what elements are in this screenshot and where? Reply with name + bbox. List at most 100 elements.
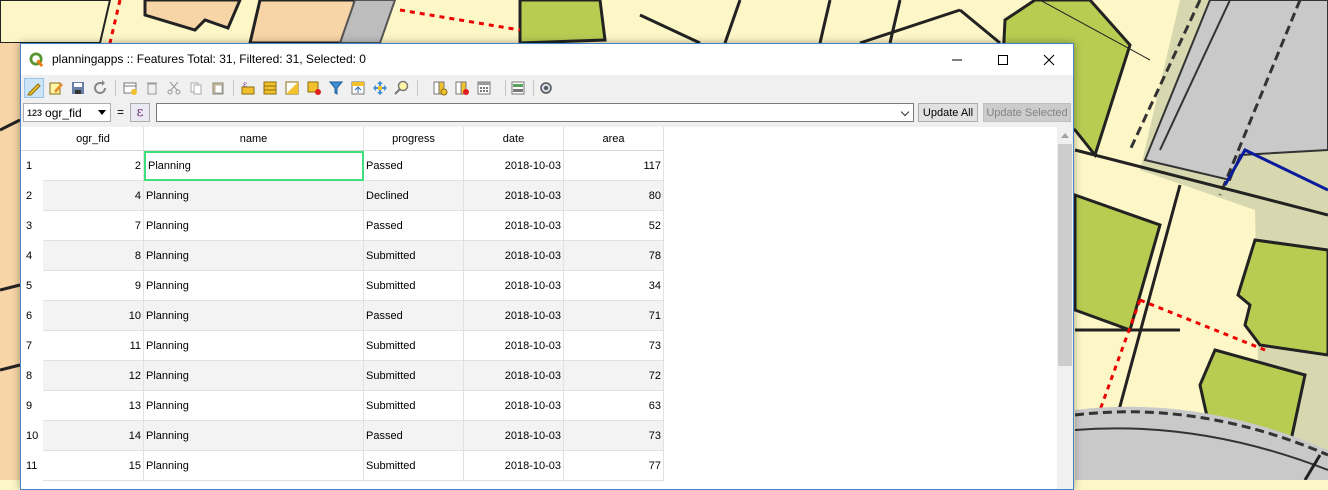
column-header-ogr-fid[interactable]: ogr_fid xyxy=(43,127,144,151)
open-field-calculator-button[interactable] xyxy=(474,78,494,98)
cell-name[interactable]: Planning xyxy=(144,151,364,181)
cell-ogr-fid[interactable]: 12 xyxy=(43,361,144,391)
cell-ogr-fid[interactable]: 14 xyxy=(43,421,144,451)
cell-ogr-fid[interactable]: 9 xyxy=(43,271,144,301)
filter-button[interactable] xyxy=(326,78,346,98)
cell-progress[interactable]: Submitted xyxy=(364,331,464,361)
select-all-button[interactable] xyxy=(260,78,280,98)
delete-feature-button[interactable] xyxy=(142,78,162,98)
attribute-table[interactable]: ogr_fid name progress date area 1 2 Planni… xyxy=(21,127,1057,489)
row-number[interactable]: 3 xyxy=(21,211,43,241)
field-select[interactable]: 123 ogr_fid xyxy=(23,103,111,122)
cell-date[interactable]: 2018-10-03 xyxy=(464,181,564,211)
cell-ogr-fid[interactable]: 10 xyxy=(43,301,144,331)
column-header-name[interactable]: name xyxy=(144,127,364,151)
cell-name[interactable]: Planning xyxy=(144,271,364,301)
cell-ogr-fid[interactable]: 2 xyxy=(43,151,144,181)
select-by-expression-button[interactable]: ε xyxy=(238,78,258,98)
expression-builder-button[interactable]: ε xyxy=(130,103,150,122)
cell-progress[interactable]: Passed xyxy=(364,211,464,241)
cell-date[interactable]: 2018-10-03 xyxy=(464,421,564,451)
column-header-progress[interactable]: progress xyxy=(364,127,464,151)
table-row[interactable]: 10 14 Planning Passed 2018-10-03 73 xyxy=(21,421,664,451)
maximize-button[interactable] xyxy=(980,44,1026,75)
add-feature-button[interactable] xyxy=(120,78,140,98)
cell-area[interactable]: 77 xyxy=(564,451,664,481)
column-header-date[interactable]: date xyxy=(464,127,564,151)
cell-date[interactable]: 2018-10-03 xyxy=(464,331,564,361)
cell-ogr-fid[interactable]: 13 xyxy=(43,391,144,421)
paste-button[interactable] xyxy=(208,78,228,98)
table-row[interactable]: 9 13 Planning Submitted 2018-10-03 63 xyxy=(21,391,664,421)
reload-button[interactable] xyxy=(90,78,110,98)
cell-progress[interactable]: Submitted xyxy=(364,271,464,301)
cell-name[interactable]: Planning xyxy=(144,241,364,271)
table-row[interactable]: 1 2 Planning Passed 2018-10-03 117 xyxy=(21,151,664,181)
table-row[interactable]: 4 8 Planning Submitted 2018-10-03 78 xyxy=(21,241,664,271)
cell-progress[interactable]: Declined xyxy=(364,181,464,211)
cell-progress[interactable]: Submitted xyxy=(364,391,464,421)
deselect-all-button[interactable] xyxy=(304,78,324,98)
table-row[interactable]: 3 7 Planning Passed 2018-10-03 52 xyxy=(21,211,664,241)
cell-area[interactable]: 117 xyxy=(564,151,664,181)
row-number[interactable]: 10 xyxy=(21,421,43,451)
actions-button[interactable] xyxy=(536,78,556,98)
table-row[interactable]: 2 4 Planning Declined 2018-10-03 80 xyxy=(21,181,664,211)
multi-edit-button[interactable] xyxy=(46,78,66,98)
scrollbar-thumb[interactable] xyxy=(1058,144,1072,366)
cell-name[interactable]: Planning xyxy=(144,451,364,481)
column-header-area[interactable]: area xyxy=(564,127,664,151)
delete-field-button[interactable] xyxy=(452,78,472,98)
invert-selection-button[interactable] xyxy=(282,78,302,98)
expression-input[interactable] xyxy=(156,103,914,122)
cell-area[interactable]: 72 xyxy=(564,361,664,391)
cell-name[interactable]: Planning xyxy=(144,331,364,361)
cell-area[interactable]: 78 xyxy=(564,241,664,271)
cell-area[interactable]: 80 xyxy=(564,181,664,211)
vertical-scrollbar[interactable] xyxy=(1057,127,1073,489)
cell-date[interactable]: 2018-10-03 xyxy=(464,451,564,481)
cell-area[interactable]: 73 xyxy=(564,331,664,361)
cell-progress[interactable]: Passed xyxy=(364,301,464,331)
row-number[interactable]: 5 xyxy=(21,271,43,301)
cell-ogr-fid[interactable]: 15 xyxy=(43,451,144,481)
move-selection-to-top-button[interactable] xyxy=(348,78,368,98)
cell-date[interactable]: 2018-10-03 xyxy=(464,361,564,391)
cell-name[interactable]: Planning xyxy=(144,421,364,451)
table-row[interactable]: 8 12 Planning Submitted 2018-10-03 72 xyxy=(21,361,664,391)
cell-date[interactable]: 2018-10-03 xyxy=(464,241,564,271)
corner-header[interactable] xyxy=(21,127,43,151)
scroll-up-button[interactable] xyxy=(1057,127,1073,143)
cell-progress[interactable]: Passed xyxy=(364,421,464,451)
cell-date[interactable]: 2018-10-03 xyxy=(464,151,564,181)
cell-ogr-fid[interactable]: 8 xyxy=(43,241,144,271)
cell-name[interactable]: Planning xyxy=(144,181,364,211)
cell-progress[interactable]: Submitted xyxy=(364,451,464,481)
row-number[interactable]: 8 xyxy=(21,361,43,391)
cell-date[interactable]: 2018-10-03 xyxy=(464,391,564,421)
copy-button[interactable] xyxy=(186,78,206,98)
row-number[interactable]: 4 xyxy=(21,241,43,271)
minimize-button[interactable] xyxy=(934,44,980,75)
conditional-formatting-button[interactable] xyxy=(508,78,528,98)
cut-button[interactable] xyxy=(164,78,184,98)
cell-area[interactable]: 71 xyxy=(564,301,664,331)
cell-ogr-fid[interactable]: 4 xyxy=(43,181,144,211)
cell-name[interactable]: Planning xyxy=(144,211,364,241)
cell-area[interactable]: 73 xyxy=(564,421,664,451)
cell-date[interactable]: 2018-10-03 xyxy=(464,211,564,241)
row-number[interactable]: 2 xyxy=(21,181,43,211)
cell-date[interactable]: 2018-10-03 xyxy=(464,301,564,331)
cell-ogr-fid[interactable]: 7 xyxy=(43,211,144,241)
table-row[interactable]: 7 11 Planning Submitted 2018-10-03 73 xyxy=(21,331,664,361)
cell-name[interactable]: Planning xyxy=(144,301,364,331)
row-number[interactable]: 11 xyxy=(21,451,43,481)
table-row[interactable]: 6 10 Planning Passed 2018-10-03 71 xyxy=(21,301,664,331)
window-titlebar[interactable]: planningapps :: Features Total: 31, Filt… xyxy=(21,44,1073,75)
cell-progress[interactable]: Submitted xyxy=(364,361,464,391)
new-field-button[interactable] xyxy=(430,78,450,98)
update-selected-button[interactable]: Update Selected xyxy=(983,103,1071,122)
row-number[interactable]: 7 xyxy=(21,331,43,361)
cell-progress[interactable]: Submitted xyxy=(364,241,464,271)
update-all-button[interactable]: Update All xyxy=(918,103,978,122)
